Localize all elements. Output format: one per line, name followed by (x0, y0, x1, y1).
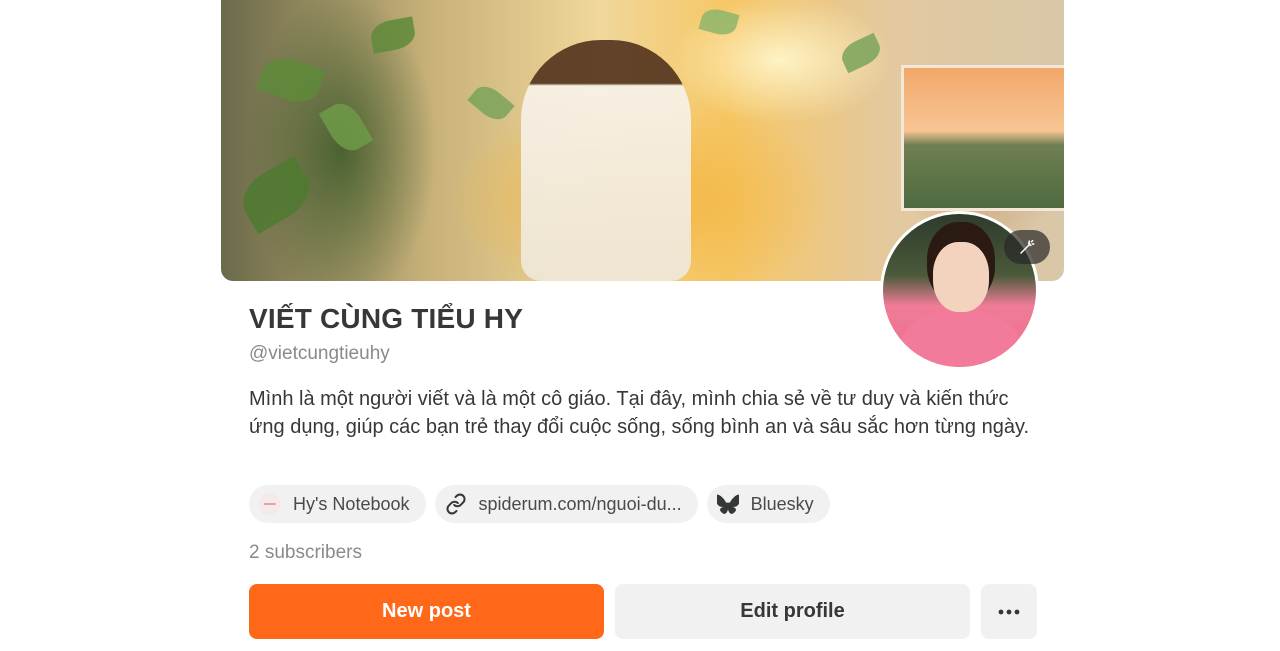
butterfly-icon (716, 493, 739, 515)
profile-actions: New post Edit profile (249, 584, 1037, 639)
profile-links: Hy's Notebook spiderum.com/nguoi-du... B… (249, 485, 830, 523)
link-chip-bluesky[interactable]: Bluesky (706, 485, 830, 523)
link-icon (445, 493, 467, 515)
link-chip-label: Hy's Notebook (293, 493, 410, 514)
profile-bio: Mình là một người viết và là một cô giáo… (249, 388, 1030, 438)
profile-header: VIẾT CÙNG TIỂU HY @vietcungtieuhy Mình l… (0, 0, 1280, 651)
profile-name: VIẾT CÙNG TIỂU HY (249, 303, 524, 334)
magic-wand-icon (1020, 239, 1035, 254)
cover-painting (901, 65, 1064, 211)
profile-handle: @vietcungtieuhy (249, 343, 390, 364)
edit-cover-button[interactable] (1004, 230, 1050, 264)
link-chip-hys-notebook[interactable]: Hy's Notebook (249, 485, 426, 523)
new-post-button[interactable]: New post (249, 584, 604, 639)
edit-profile-button[interactable]: Edit profile (615, 584, 970, 639)
link-chip-label: Bluesky (750, 493, 814, 514)
more-horizontal-icon (998, 609, 1020, 614)
more-options-button[interactable] (981, 584, 1037, 639)
notebook-favicon-icon (259, 493, 281, 515)
link-chip-spiderum[interactable]: spiderum.com/nguoi-du... (434, 485, 698, 523)
link-chip-label: spiderum.com/nguoi-du... (478, 493, 682, 514)
cover-person-figure (521, 40, 691, 281)
subscriber-count[interactable]: 2 subscribers (249, 542, 362, 564)
